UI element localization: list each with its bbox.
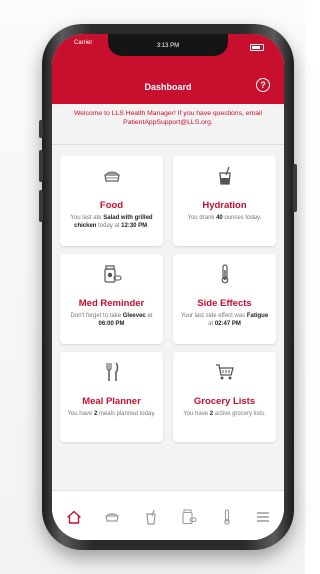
menu-icon[interactable]: [255, 509, 271, 525]
side-effects-card-title: Side Effects: [197, 298, 252, 309]
thermometer-icon: [173, 264, 276, 286]
shopping-cart-icon: [173, 362, 276, 384]
app-header: Carrier 3:13 PM Dashboard ?: [52, 34, 284, 104]
meal-planner-card[interactable]: Meal Planner You have 2 meals planned to…: [60, 352, 163, 442]
mute-switch: [39, 120, 43, 138]
food-card-summary: You last ate Salad with grilled chicken …: [70, 215, 153, 229]
welcome-message: Welcome to LLS Health Manager! If you ha…: [73, 110, 263, 126]
help-icon[interactable]: ?: [256, 78, 270, 92]
grocery-lists-card-summary: You have 2 active grocery lists.: [183, 411, 266, 417]
med-reminder-card-title: Med Reminder: [78, 298, 145, 309]
volume-down-button: [39, 190, 43, 222]
hydration-card-summary: You drank 40 ounces today.: [187, 215, 262, 221]
med-reminder-card-summary: Don't forget to take Gleevec at 06:00 PM: [70, 313, 153, 327]
app-screen: Carrier 3:13 PM Dashboard ? Welcome to L…: [52, 34, 284, 540]
food-icon[interactable]: [104, 509, 120, 525]
hydration-icon[interactable]: [143, 509, 159, 525]
food-card-title: Food: [99, 200, 124, 211]
drinking-glass-icon: [173, 166, 276, 188]
hydration-card[interactable]: Hydration You drank 40 ounces today.: [173, 156, 276, 246]
food-container-icon: [60, 166, 163, 188]
pill-bottle-icon: [60, 264, 163, 286]
bottom-tab-bar: [52, 490, 284, 540]
home-icon[interactable]: [66, 509, 82, 525]
hydration-card-title: Hydration: [202, 200, 247, 211]
meal-planner-card-summary: You have 2 meals planned today.: [67, 411, 156, 417]
power-button: [293, 164, 297, 212]
battery-icon: [250, 44, 264, 51]
medication-icon[interactable]: [181, 509, 197, 525]
side-effects-icon[interactable]: [219, 509, 235, 525]
meal-planner-card-title: Meal Planner: [82, 396, 141, 407]
grocery-lists-card[interactable]: Grocery Lists You have 2 active grocery …: [173, 352, 276, 442]
divider: [52, 144, 284, 145]
side-effects-card-summary: Your last side effect was Fatigue at 02:…: [180, 313, 269, 327]
phone-frame: Carrier 3:13 PM Dashboard ? Welcome to L…: [39, 24, 297, 550]
food-card[interactable]: Food You last ate Salad with grilled chi…: [60, 156, 163, 246]
page-title: Dashboard: [144, 82, 192, 92]
volume-up-button: [39, 150, 43, 182]
grocery-lists-card-title: Grocery Lists: [193, 396, 256, 407]
fork-knife-icon: [60, 362, 163, 384]
med-reminder-card[interactable]: Med Reminder Don't forget to take Gleeve…: [60, 254, 163, 344]
side-effects-card[interactable]: Side Effects Your last side effect was F…: [173, 254, 276, 344]
